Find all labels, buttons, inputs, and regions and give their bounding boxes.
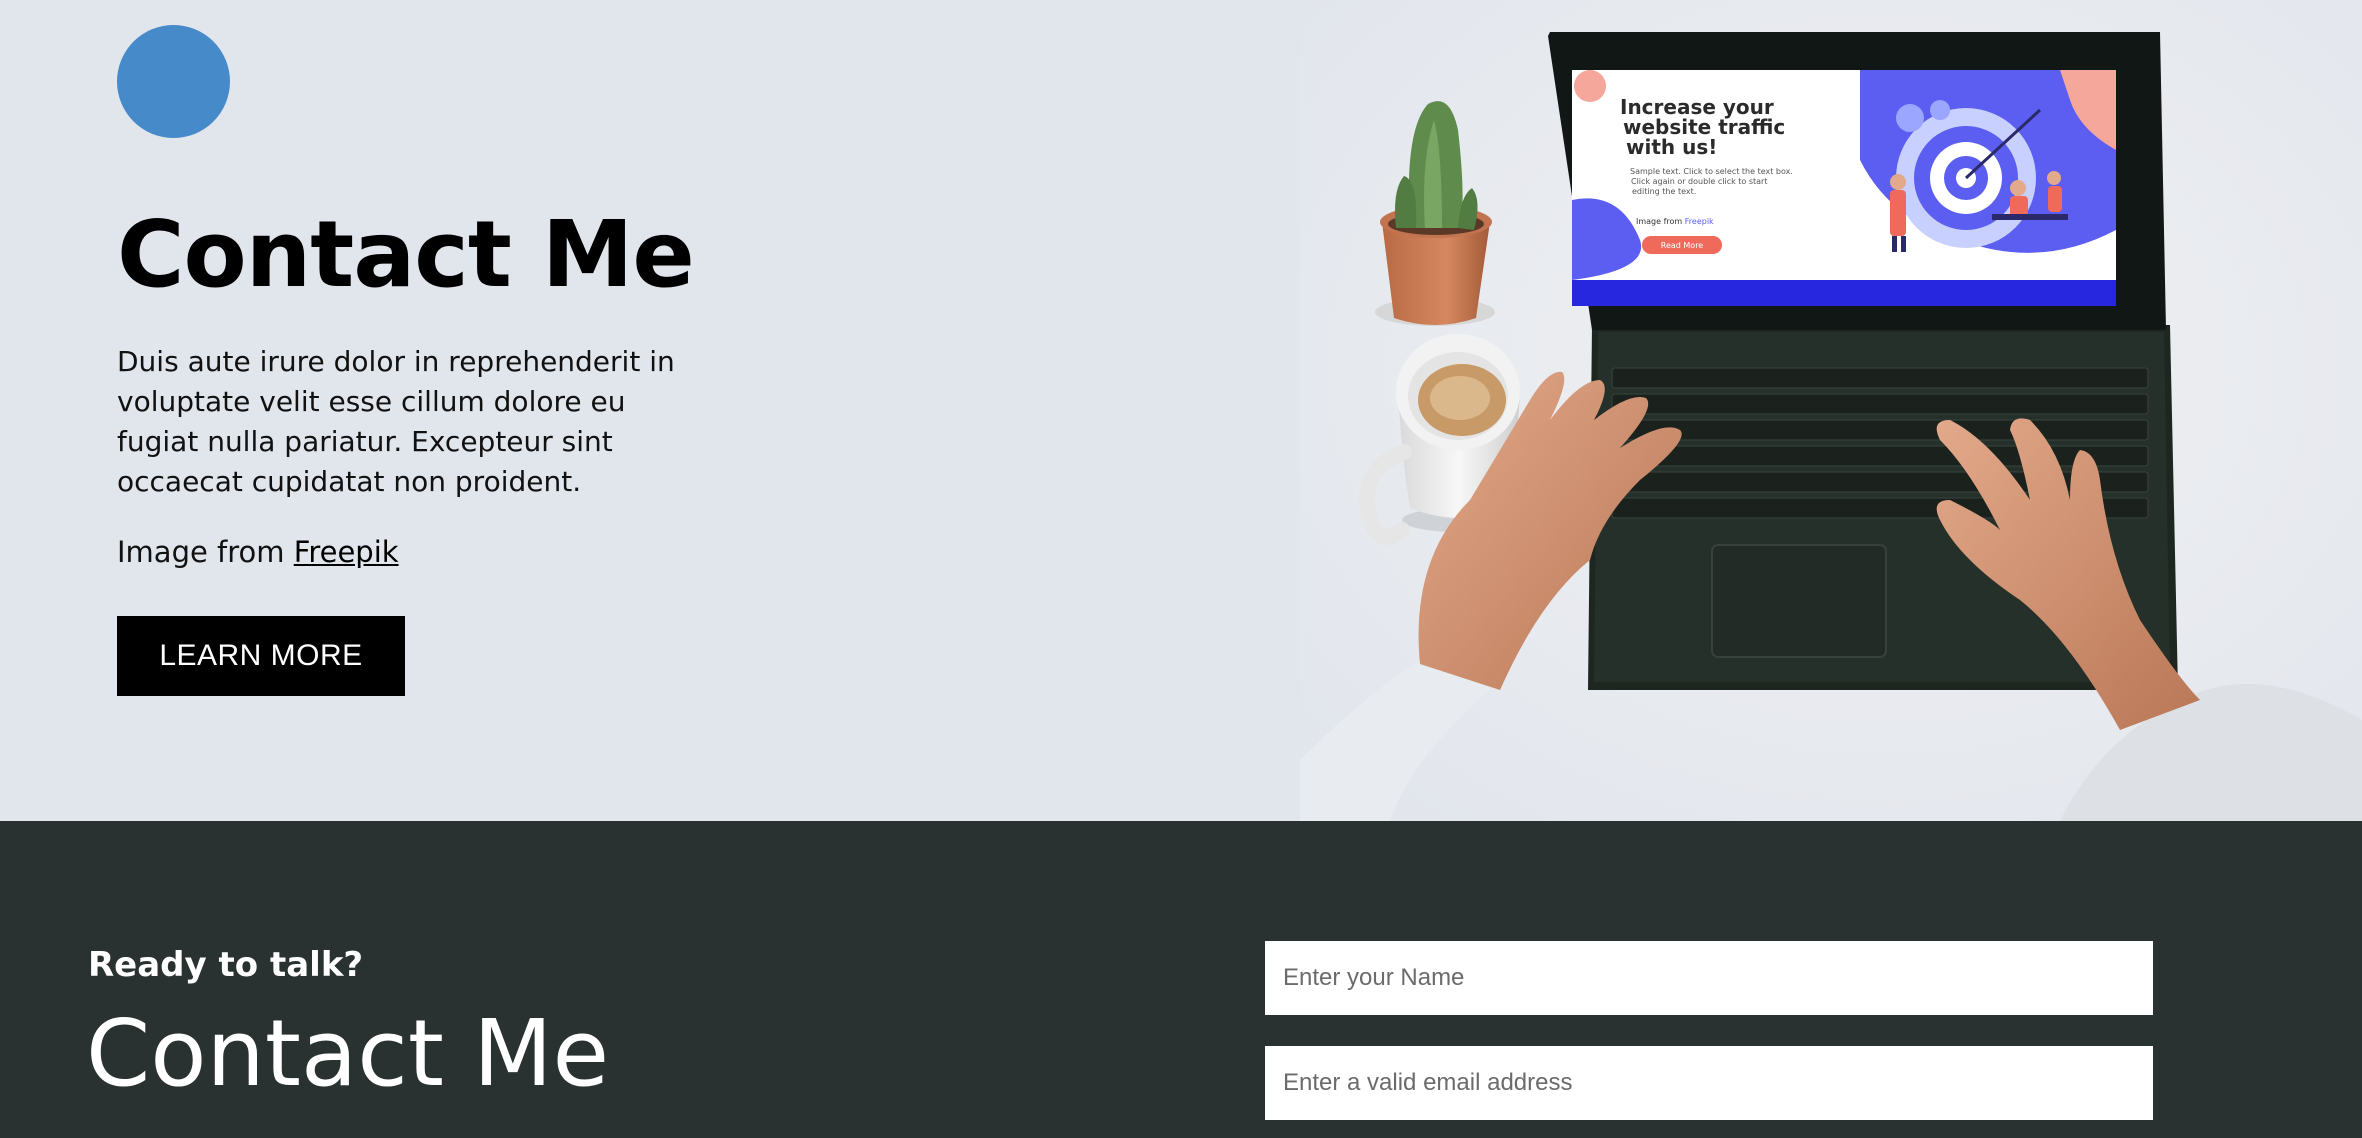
screen-credit: Image from Freepik — [1636, 217, 1714, 226]
name-input[interactable] — [1265, 941, 2153, 1015]
hero-body-text: Duis aute irure dolor in reprehenderit i… — [117, 345, 675, 498]
screen-text-1: Sample text. Click to select the text bo… — [1630, 167, 1793, 176]
screen-credit-prefix: Image from — [1636, 217, 1685, 226]
hero-image-credit: Image from Freepik — [117, 532, 399, 572]
logo-circle[interactable] — [117, 25, 230, 138]
contact-subtitle: Ready to talk? — [88, 945, 364, 985]
screen-text-2: Click again or double click to start — [1631, 177, 1767, 186]
screen-credit-link: Freepik — [1685, 217, 1714, 226]
screen-read-more: Read More — [1661, 241, 1704, 250]
screen-text-3: editing the text. — [1632, 187, 1696, 196]
email-input[interactable] — [1265, 1046, 2153, 1120]
hero-title: Contact Me — [117, 201, 695, 308]
contact-section: Ready to talk? Contact Me — [0, 821, 2362, 1138]
freepik-link[interactable]: Freepik — [294, 535, 399, 569]
hero-credit-prefix: Image from — [117, 535, 294, 569]
laptop-photo: Increase your website traffic with us! S… — [1300, 0, 2362, 821]
contact-title: Contact Me — [86, 1000, 610, 1107]
hero-section: Contact Me Duis aute irure dolor in repr… — [0, 0, 2362, 821]
learn-more-button[interactable]: LEARN MORE — [117, 616, 405, 696]
screen-headline-3: with us! — [1626, 135, 1717, 159]
